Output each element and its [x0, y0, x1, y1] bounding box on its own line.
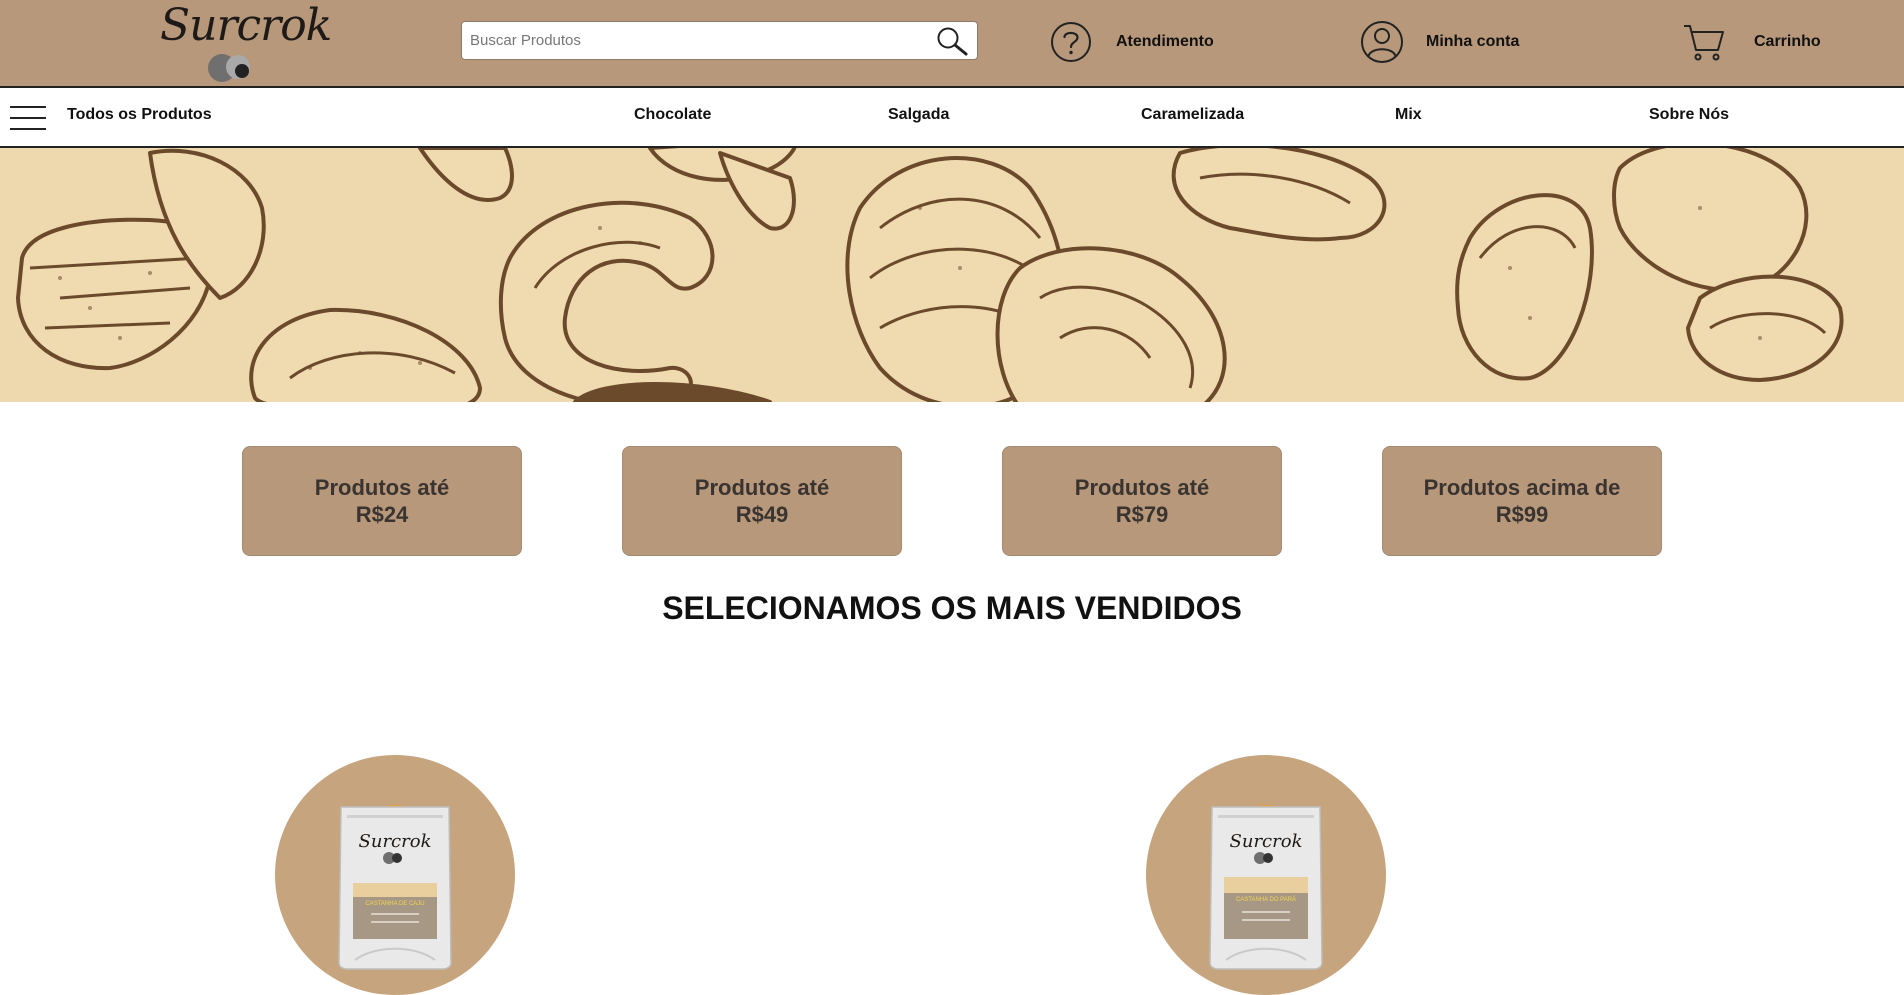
- package-brand: Surcrok: [1230, 831, 1303, 852]
- price-filter-line2: R$79: [1115, 502, 1169, 527]
- support-link[interactable]: Atendimento: [1050, 20, 1214, 64]
- nuts-illustration: [16, 148, 1844, 402]
- logo-text: Surcrok: [160, 0, 332, 51]
- nav-item-chocolate[interactable]: Chocolate: [634, 106, 711, 124]
- nav-all-products[interactable]: Todos os Produtos: [67, 106, 212, 124]
- nav-item-sobre-nos[interactable]: Sobre Nós: [1649, 106, 1729, 124]
- package-brand: Surcrok: [359, 831, 432, 852]
- price-filter-line1: Produtos até: [314, 475, 450, 500]
- user-circle-icon: [1361, 21, 1403, 63]
- category-nav: Todos os Produtos Chocolate Salgada Cara…: [0, 88, 1904, 148]
- price-filter-line1: Produtos até: [1074, 475, 1210, 500]
- price-filter-24[interactable]: Produtos até R$24: [242, 446, 522, 556]
- package-label: CASTANHA DE CAJU: [365, 901, 424, 907]
- cart-icon: [1684, 25, 1724, 61]
- magnifier-icon: [937, 27, 968, 56]
- price-filter-79[interactable]: Produtos até R$79: [1002, 446, 1282, 556]
- price-filter-99[interactable]: Produtos acima de R$99: [1382, 446, 1662, 556]
- search-input[interactable]: [470, 22, 920, 59]
- product-package-image: Surcrok CASTANHA DE CAJU: [338, 805, 452, 970]
- price-filter-line1: Produtos acima de: [1423, 475, 1621, 500]
- account-label: Minha conta: [1426, 33, 1520, 50]
- product-card[interactable]: Surcrok CASTANHA DO PARÁ: [1146, 755, 1386, 995]
- brand-logo[interactable]: Surcrok: [160, 0, 332, 82]
- hamburger-icon[interactable]: [10, 104, 46, 132]
- search-button[interactable]: [935, 26, 969, 56]
- hero-banner[interactable]: [0, 148, 1904, 402]
- price-filter-line2: R$49: [735, 502, 789, 527]
- price-filter-49[interactable]: Produtos até R$49: [622, 446, 902, 556]
- cart-label: Carrinho: [1754, 33, 1821, 50]
- question-circle-icon: [1051, 22, 1091, 62]
- cart-link[interactable]: Carrinho: [1682, 20, 1821, 64]
- price-filter-line2: R$99: [1495, 502, 1549, 527]
- product-package-image: Surcrok CASTANHA DO PARÁ: [1209, 805, 1323, 970]
- package-label: CASTANHA DO PARÁ: [1236, 896, 1296, 903]
- nav-item-mix[interactable]: Mix: [1395, 106, 1422, 124]
- nav-item-caramelizada[interactable]: Caramelizada: [1141, 106, 1244, 124]
- top-header: Surcrok Atendimento Minha conta: [0, 0, 1904, 88]
- nav-item-salgada[interactable]: Salgada: [888, 106, 949, 124]
- price-filter-line1: Produtos até: [694, 475, 830, 500]
- support-label: Atendimento: [1116, 33, 1214, 50]
- account-link[interactable]: Minha conta: [1360, 20, 1519, 64]
- bestsellers-title: SELECIONAMOS OS MAIS VENDIDOS: [662, 590, 1242, 626]
- price-filter-line2: R$24: [355, 502, 409, 527]
- product-card[interactable]: Surcrok CASTANHA DE CAJU: [275, 755, 515, 995]
- search-bar: [461, 21, 978, 60]
- logo-nuts-icon: [208, 54, 250, 82]
